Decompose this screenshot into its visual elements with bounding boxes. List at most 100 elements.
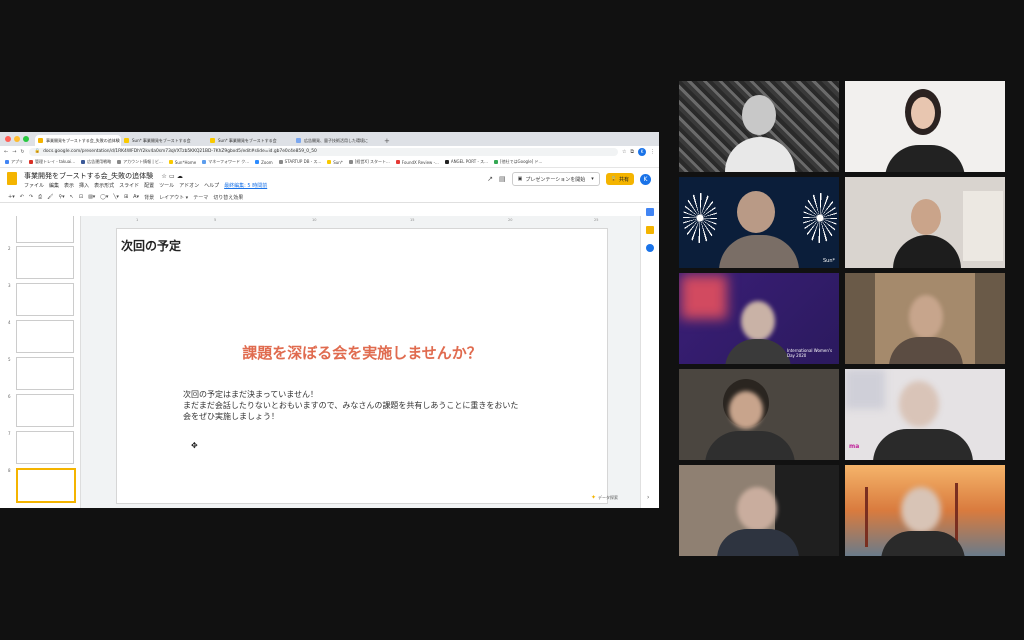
bookmark-item[interactable]: 管理トレイ - takuai...: [29, 159, 75, 165]
layout-button[interactable]: レイアウト ▾: [159, 194, 188, 201]
text-color-icon[interactable]: A▾: [133, 194, 139, 200]
menu-format[interactable]: 表示形式: [94, 182, 114, 189]
gmail-icon: [29, 160, 33, 164]
browser-menu-icon[interactable]: ⋮: [650, 149, 655, 155]
slide-thumbnail[interactable]: 6: [8, 394, 74, 427]
new-slide-icon[interactable]: +▾: [8, 194, 15, 200]
menu-slide[interactable]: スライド: [119, 182, 139, 189]
slide-body[interactable]: 次回の予定はまだ決まっていません！ まだまだ会話したりないとおもいますので、みな…: [183, 389, 518, 422]
line-icon[interactable]: ╲▾: [113, 194, 119, 200]
bookmark-item[interactable]: STARTUP DB - ス...: [278, 159, 321, 165]
print-icon[interactable]: ⎙: [38, 194, 42, 200]
star-icon[interactable]: ☆: [622, 149, 626, 155]
select-icon[interactable]: ↖: [70, 194, 74, 200]
bookmark-item[interactable]: [経営X] スタート...: [348, 159, 390, 165]
tab-sun-1[interactable]: Sun* 事業開発をブーストする会: [121, 135, 207, 146]
maximize-window-icon[interactable]: [23, 136, 29, 142]
close-window-icon[interactable]: [5, 136, 11, 142]
theme-button[interactable]: テーマ: [193, 194, 208, 201]
menu-help[interactable]: ヘルプ: [204, 182, 219, 189]
menu-insert[interactable]: 挿入: [79, 182, 89, 189]
bookmark-item[interactable]: [他社ではGoogle] ド...: [493, 159, 542, 165]
tab-sun-2[interactable]: Sun* 事業開発をブーストする会: [207, 135, 293, 146]
paint-format-icon[interactable]: 🖌: [47, 194, 53, 200]
document-title[interactable]: 事業開発をブーストする会_失敗の追体験 ☆ ▭ ☁: [24, 171, 183, 181]
chevron-down-icon[interactable]: ▾: [591, 176, 594, 182]
slide-title[interactable]: 次回の予定: [121, 237, 181, 254]
minimize-window-icon[interactable]: [14, 136, 20, 142]
background-button[interactable]: 背景: [144, 194, 154, 201]
participant-video[interactable]: [845, 177, 1005, 268]
slide-thumbnail[interactable]: 5: [8, 357, 74, 390]
slides-logo-icon[interactable]: [7, 172, 17, 185]
tasks-icon[interactable]: [646, 244, 654, 252]
tab-article[interactable]: 広告開発、量子技術活用した環境に: [293, 135, 379, 146]
menu-arrange[interactable]: 配置: [144, 182, 154, 189]
textbox-icon[interactable]: ⊡: [79, 194, 83, 200]
last-edit-link[interactable]: 最終編集: 5 時間前: [224, 182, 267, 189]
participant-video[interactable]: [845, 273, 1005, 364]
slide-thumbnail[interactable]: 2: [8, 246, 74, 279]
lock-icon: 🔒: [610, 176, 617, 182]
redo-icon[interactable]: ↷: [29, 194, 33, 200]
back-icon[interactable]: ←: [4, 149, 8, 155]
keep-icon[interactable]: [646, 226, 654, 234]
image-icon[interactable]: ▨▾: [88, 194, 95, 200]
bookmark-item[interactable]: 広告運用戦略: [81, 159, 111, 165]
bookmark-item[interactable]: マネーフォワード ク...: [202, 159, 249, 165]
participant-video[interactable]: Sun*: [679, 177, 839, 268]
slide-thumbnail[interactable]: [8, 216, 74, 243]
participant-video[interactable]: [845, 465, 1005, 556]
star-icon[interactable]: ☆: [161, 173, 166, 180]
transition-button[interactable]: 切り替え効果: [213, 194, 243, 201]
participant-video[interactable]: ma: [845, 369, 1005, 460]
slide-thumbnail[interactable]: 3: [8, 283, 74, 316]
participant-video[interactable]: [679, 369, 839, 460]
forward-icon[interactable]: →: [12, 149, 16, 155]
sun-logo-right-icon: [803, 193, 837, 243]
slide-thumbnail[interactable]: 7: [8, 431, 74, 464]
bookmark-item[interactable]: アカウント情報 | ビ...: [117, 159, 163, 165]
participant-video[interactable]: [845, 81, 1005, 172]
new-tab-button[interactable]: +: [379, 137, 395, 146]
menu-edit[interactable]: 編集: [49, 182, 59, 189]
menu-addons[interactable]: アドオン: [179, 182, 199, 189]
slide-headline[interactable]: 課題を深ぼる会を実施しませんか？: [117, 342, 607, 363]
bookmark-item[interactable]: FoundX Review -...: [395, 160, 439, 165]
zoom-icon: [255, 160, 260, 164]
present-button[interactable]: ▣ プレゼンテーションを開始 ▾: [511, 172, 600, 186]
activity-icon[interactable]: ↗: [487, 175, 493, 183]
bookmark-item[interactable]: Zoom: [255, 160, 273, 165]
undo-icon[interactable]: ↶: [20, 194, 24, 200]
reload-icon[interactable]: ↻: [20, 149, 24, 155]
slide-canvas[interactable]: 次回の予定 課題を深ぼる会を実施しませんか？ 次回の予定はまだ決まっていません！…: [116, 228, 608, 504]
bookmark-label: アプリ: [11, 159, 23, 164]
extensions-icon[interactable]: ⧉: [630, 149, 634, 155]
user-avatar[interactable]: K: [640, 173, 651, 185]
url-input[interactable]: 🔒 docs.google.com/presentation/d/1RK4WFDh…: [28, 147, 618, 156]
comment-add-icon[interactable]: ⊞: [124, 194, 128, 200]
comments-icon[interactable]: ▤: [499, 175, 506, 183]
bookmark-item[interactable]: Sun*Home: [168, 160, 196, 165]
share-button[interactable]: 🔒 共有: [605, 173, 634, 185]
menu-view[interactable]: 表示: [64, 182, 74, 189]
folder-icon[interactable]: ▭: [169, 173, 175, 180]
participant-video[interactable]: [679, 465, 839, 556]
bookmark-item[interactable]: Sun*: [327, 160, 343, 165]
participant-video-active[interactable]: [679, 81, 839, 172]
profile-avatar[interactable]: K: [638, 147, 646, 156]
zoom-icon[interactable]: ⚲▾: [58, 194, 64, 200]
expand-panel-icon[interactable]: ›: [647, 494, 649, 501]
participant-video[interactable]: International Women's Day 2020: [679, 273, 839, 364]
slide-filmstrip[interactable]: 2 3 4 5 6 7 8: [0, 216, 81, 508]
slide-thumbnail-selected[interactable]: 8: [8, 468, 76, 503]
bookmark-item[interactable]: ANGEL PORT - ス...: [444, 159, 488, 165]
calendar-icon[interactable]: [646, 208, 654, 216]
shape-icon[interactable]: ◯▾: [100, 194, 108, 200]
menu-file[interactable]: ファイル: [24, 182, 44, 189]
tab-slides[interactable]: 事業開発をブーストする会_失敗の追体験: [35, 135, 121, 146]
explore-button[interactable]: ✦ データ探索: [591, 494, 618, 501]
menu-tools[interactable]: ツール: [159, 182, 174, 189]
bookmark-item[interactable]: アプリ: [5, 159, 23, 165]
slide-thumbnail[interactable]: 4: [8, 320, 74, 353]
